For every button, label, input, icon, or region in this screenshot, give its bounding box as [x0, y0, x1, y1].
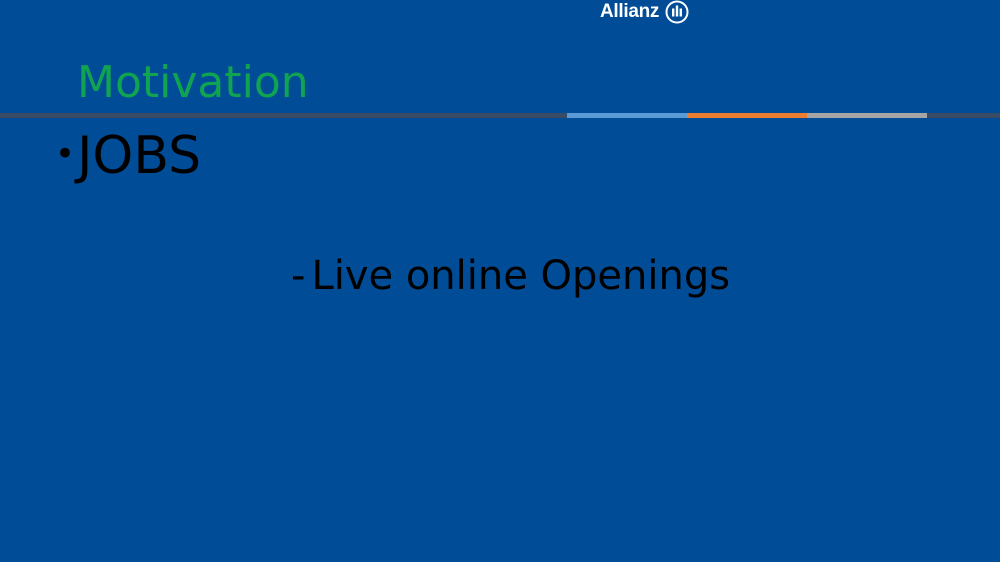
divider-segment-gray [807, 113, 927, 118]
sub-bullet-item: - Live online Openings [291, 252, 730, 300]
allianz-eagle-icon [665, 0, 689, 24]
bullet-text: JOBS [77, 126, 202, 186]
bullet-marker: • [55, 134, 76, 174]
slide-title: Motivation [77, 57, 309, 108]
divider-segment-base [0, 113, 567, 118]
sub-bullet-marker: - [291, 253, 306, 299]
allianz-logo: Allianz [600, 0, 689, 24]
slide: Allianz Motivation •JOBS - Live online Op… [0, 0, 1000, 562]
divider-segment-end [927, 113, 1000, 118]
title-divider [0, 113, 1000, 118]
logo-text: Allianz [600, 1, 660, 22]
divider-segment-light-blue [567, 113, 687, 118]
bullet-item: •JOBS [55, 124, 201, 186]
divider-segment-orange [687, 113, 807, 118]
sub-bullet-text: Live online Openings [311, 253, 731, 299]
